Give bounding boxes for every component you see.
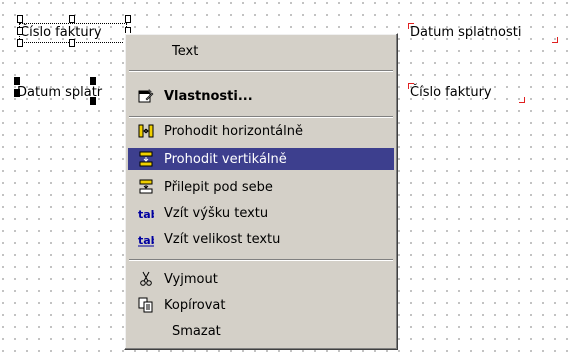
menu-item-vyjmout[interactable]: Vyjmout [128, 268, 394, 290]
field-cislo-faktury-right[interactable]: Číslo faktury [410, 84, 520, 102]
svg-text:tab: tab [138, 234, 154, 247]
resize-handle[interactable] [90, 77, 96, 85]
menu-item-vlastnosti[interactable]: Vlastnosti... [128, 85, 394, 107]
menu-separator [129, 70, 393, 72]
menu-item-kopirovat[interactable]: Kopírovat [128, 294, 394, 316]
resize-handle[interactable] [17, 39, 23, 47]
menu-item-vzit-velikost-textu[interactable]: tab Vzít velikost textu [128, 228, 394, 250]
menu-item-text[interactable]: Text [128, 40, 394, 62]
field-label: Číslo faktury [20, 25, 102, 40]
resize-handle[interactable] [17, 15, 23, 23]
menu-separator [129, 116, 393, 118]
selection-corner [408, 23, 414, 29]
text-height-icon: tab [138, 205, 154, 221]
menu-item-prohodit-horizontalne[interactable]: Prohodit horizontálně [128, 120, 394, 142]
swap-vertical-icon [138, 151, 154, 167]
resize-handle[interactable] [69, 39, 75, 47]
swap-horizontal-icon [138, 123, 154, 139]
resize-handle[interactable] [14, 77, 20, 85]
field-datum-splatnosti-right[interactable]: Datum splatnosti [410, 24, 558, 42]
text-size-icon: tab [138, 231, 154, 247]
menu-item-prohodit-vertikalne[interactable]: Prohodit vertikálně [128, 148, 394, 170]
selection-corner [552, 37, 558, 43]
copy-icon [138, 297, 154, 313]
selection-corner [519, 97, 525, 103]
resize-handle[interactable] [14, 89, 20, 97]
context-menu: Text Vlastnosti... Prohodit horizontálně [124, 33, 398, 350]
stack-below-icon [138, 179, 154, 195]
resize-handle[interactable] [90, 97, 96, 105]
field-label: Číslo faktury [410, 85, 492, 100]
svg-text:tab: tab [138, 208, 154, 221]
resize-handle[interactable] [125, 15, 131, 23]
menu-item-vzit-vysku-textu[interactable]: tab Vzít výšku textu [128, 202, 394, 224]
selection-corner [408, 83, 414, 89]
resize-handle[interactable] [69, 15, 75, 23]
cut-icon [138, 271, 154, 287]
properties-icon [138, 88, 154, 104]
field-datum-splatnosti-left[interactable]: Datum splatr [17, 84, 125, 102]
menu-separator [129, 259, 393, 261]
resize-handle[interactable] [17, 27, 23, 35]
menu-item-smazat[interactable]: Smazat [128, 320, 394, 342]
menu-item-prilepit-pod-sebe[interactable]: Přilepit pod sebe [128, 176, 394, 198]
field-label: Datum splatnosti [410, 25, 522, 40]
